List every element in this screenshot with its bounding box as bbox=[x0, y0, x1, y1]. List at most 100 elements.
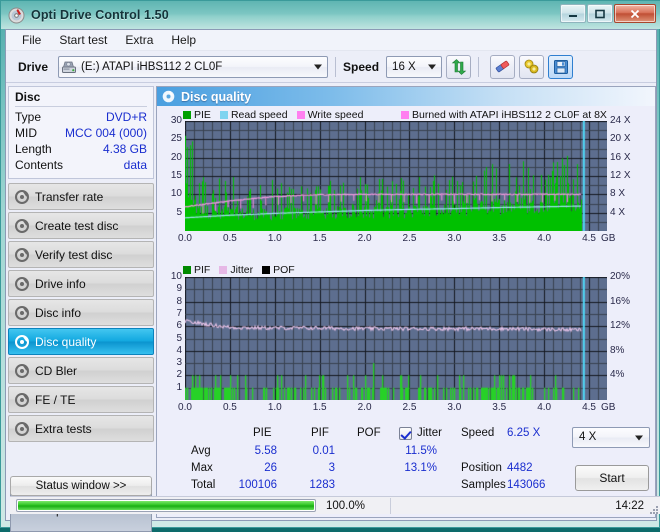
menu-help[interactable]: Help bbox=[163, 31, 204, 49]
chart-canvas[interactable] bbox=[185, 121, 607, 231]
maximize-button[interactable] bbox=[587, 4, 613, 23]
stats-header-pof: POF bbox=[357, 427, 381, 439]
sidebar-item-fe-te[interactable]: FE / TE bbox=[8, 386, 154, 413]
legend-swatch-pof bbox=[262, 265, 271, 274]
stats-max-pif: 3 bbox=[328, 462, 335, 474]
y-axis-tick: 30 bbox=[170, 115, 182, 126]
sidebar-item-disc-info[interactable]: Disc info bbox=[8, 299, 154, 326]
samples-stat-label: Samples bbox=[461, 479, 506, 491]
chevron-down-icon[interactable] bbox=[314, 64, 323, 69]
chart-canvas[interactable] bbox=[185, 277, 607, 400]
progress-bar bbox=[16, 499, 316, 512]
y-axis-tick: 10 bbox=[170, 188, 182, 200]
speed-value: 16 X bbox=[392, 60, 416, 73]
jitter-header-label: Jitter bbox=[417, 427, 442, 439]
x-axis-tick: 3.5 bbox=[492, 402, 507, 413]
speed-stat-value: 6.25 X bbox=[507, 427, 541, 439]
resize-grip[interactable] bbox=[649, 502, 659, 514]
legend-swatch-pif bbox=[183, 265, 191, 274]
disc-key-length: Length bbox=[15, 142, 52, 156]
y2-axis-tick: 4 X bbox=[610, 206, 626, 218]
menu-extra[interactable]: Extra bbox=[117, 31, 161, 49]
disc-quality-panel: Disc quality PIE Read speed Write speed bbox=[156, 86, 656, 518]
test-speed-select[interactable]: 4 X bbox=[572, 427, 650, 448]
stats-max-pie: 26 bbox=[264, 462, 277, 474]
x-axis-unit-label: GB bbox=[601, 233, 616, 244]
legend-label-pif: PIF bbox=[194, 263, 211, 276]
x-axis-tick: 1.0 bbox=[267, 233, 282, 244]
disc-key-contents: Contents bbox=[15, 158, 64, 172]
stats-avg-pie: 5.58 bbox=[254, 445, 277, 457]
x-axis-tick: 0.5 bbox=[222, 402, 237, 413]
y-axis-tick: 3 bbox=[176, 357, 182, 369]
y-axis-tick: 6 bbox=[176, 320, 182, 332]
pie-speed-chart[interactable]: 5 10 15 20 25 30 4 X 8 X 12 X 16 X 20 X 24 X 0.0 0.5 1… bbox=[157, 115, 657, 249]
menu-file[interactable]: File bbox=[14, 31, 49, 49]
stats-avg-jitter: 11.5% bbox=[405, 445, 437, 457]
disc-test-icon bbox=[15, 392, 29, 407]
save-button[interactable] bbox=[548, 54, 574, 79]
drive-label: Drive bbox=[18, 59, 49, 74]
y-axis-tick: 9 bbox=[176, 283, 182, 295]
toolbar: Drive (E:) ATAPI iHBS112 2 CL0F Speed 16… bbox=[6, 51, 656, 83]
y-axis-tick: 15 bbox=[170, 170, 182, 181]
x-axis-tick: 1.0 bbox=[267, 402, 282, 413]
legend-swatch-burned bbox=[401, 110, 409, 119]
tools-button[interactable] bbox=[519, 54, 545, 79]
y2-axis-tick: 24 X bbox=[610, 115, 631, 126]
drive-value: (E:) ATAPI iHBS112 2 CL0F bbox=[81, 60, 223, 73]
disc-test-icon bbox=[15, 421, 29, 436]
y-axis-tick: 7 bbox=[176, 307, 182, 319]
sidebar-item-create-test-disc[interactable]: Create test disc bbox=[8, 212, 154, 239]
minimize-button[interactable] bbox=[560, 4, 586, 23]
sidebar-item-label: CD Bler bbox=[35, 363, 78, 378]
y-axis-tick: 5 bbox=[176, 206, 182, 218]
stats-max-jitter: 13.1% bbox=[404, 462, 437, 474]
disc-row-length: Length 4.38 GB bbox=[15, 141, 147, 157]
sidebar-item-label: Disc info bbox=[35, 305, 82, 320]
sidebar-item-transfer-rate[interactable]: Transfer rate bbox=[8, 183, 154, 210]
sidebar-item-extra-tests[interactable]: Extra tests bbox=[8, 415, 154, 442]
status-window-button[interactable]: Status window >> bbox=[10, 476, 152, 496]
x-axis-unit-label: GB bbox=[601, 402, 616, 413]
stats-avg-pif: 0.01 bbox=[312, 445, 335, 457]
x-axis-tick: 0.0 bbox=[178, 402, 192, 413]
refresh-button[interactable] bbox=[446, 54, 472, 79]
disc-section-title: Disc bbox=[15, 90, 147, 107]
sidebar-item-drive-info[interactable]: Drive info bbox=[8, 270, 154, 297]
drive-icon bbox=[61, 59, 77, 75]
progress-percent-text: 100.0% bbox=[326, 499, 366, 512]
legend-label-pof: POF bbox=[273, 263, 295, 276]
chevron-down-icon[interactable] bbox=[428, 64, 437, 69]
pif-jitter-chart[interactable]: 1 2 3 4 5 6 7 8 9 10 4% 8% 12% 16% 20% 0.0 0.5 1.0 1.5 2.0 2… bbox=[157, 271, 657, 420]
erase-button[interactable] bbox=[490, 54, 516, 79]
legend-pof: POF bbox=[262, 264, 295, 276]
application-window: Opti Drive Control 1.50 File Start test … bbox=[0, 0, 660, 532]
speed-select[interactable]: 16 X bbox=[386, 55, 443, 78]
test-speed-value: 4 X bbox=[579, 431, 597, 443]
close-button[interactable] bbox=[614, 4, 656, 23]
start-button[interactable]: Start bbox=[575, 465, 649, 491]
stats-total-pie: 100106 bbox=[238, 479, 277, 491]
legend-label-jitter: Jitter bbox=[230, 263, 254, 276]
sidebar-item-verify-test-disc[interactable]: Verify test disc bbox=[8, 241, 154, 268]
sidebar-item-cd-bler[interactable]: CD Bler bbox=[8, 357, 154, 384]
drive-select[interactable]: (E:) ATAPI iHBS112 2 CL0F bbox=[58, 55, 329, 78]
sidebar-item-label: Create test disc bbox=[35, 218, 119, 233]
sidebar-item-disc-quality[interactable]: Disc quality bbox=[8, 328, 154, 355]
disc-key-type: Type bbox=[15, 110, 42, 124]
gear-icon bbox=[524, 59, 539, 74]
y2-axis-tick: 20% bbox=[610, 271, 631, 282]
y2-axis-tick: 4% bbox=[610, 369, 625, 381]
y-axis-tick: 5 bbox=[176, 332, 182, 344]
x-axis-tick: 2.0 bbox=[357, 233, 372, 244]
sidebar-item-label: Disc quality bbox=[35, 334, 97, 349]
refresh-icon bbox=[451, 58, 466, 75]
jitter-checkbox[interactable] bbox=[399, 427, 412, 440]
toolbar-divider-2 bbox=[478, 56, 480, 77]
chevron-down-icon[interactable] bbox=[635, 435, 643, 440]
app-disc-icon bbox=[8, 7, 25, 24]
menu-start-test[interactable]: Start test bbox=[51, 31, 115, 49]
stats-row-label-max: Max bbox=[191, 462, 213, 474]
sidebar-item-label: Extra tests bbox=[35, 421, 92, 436]
